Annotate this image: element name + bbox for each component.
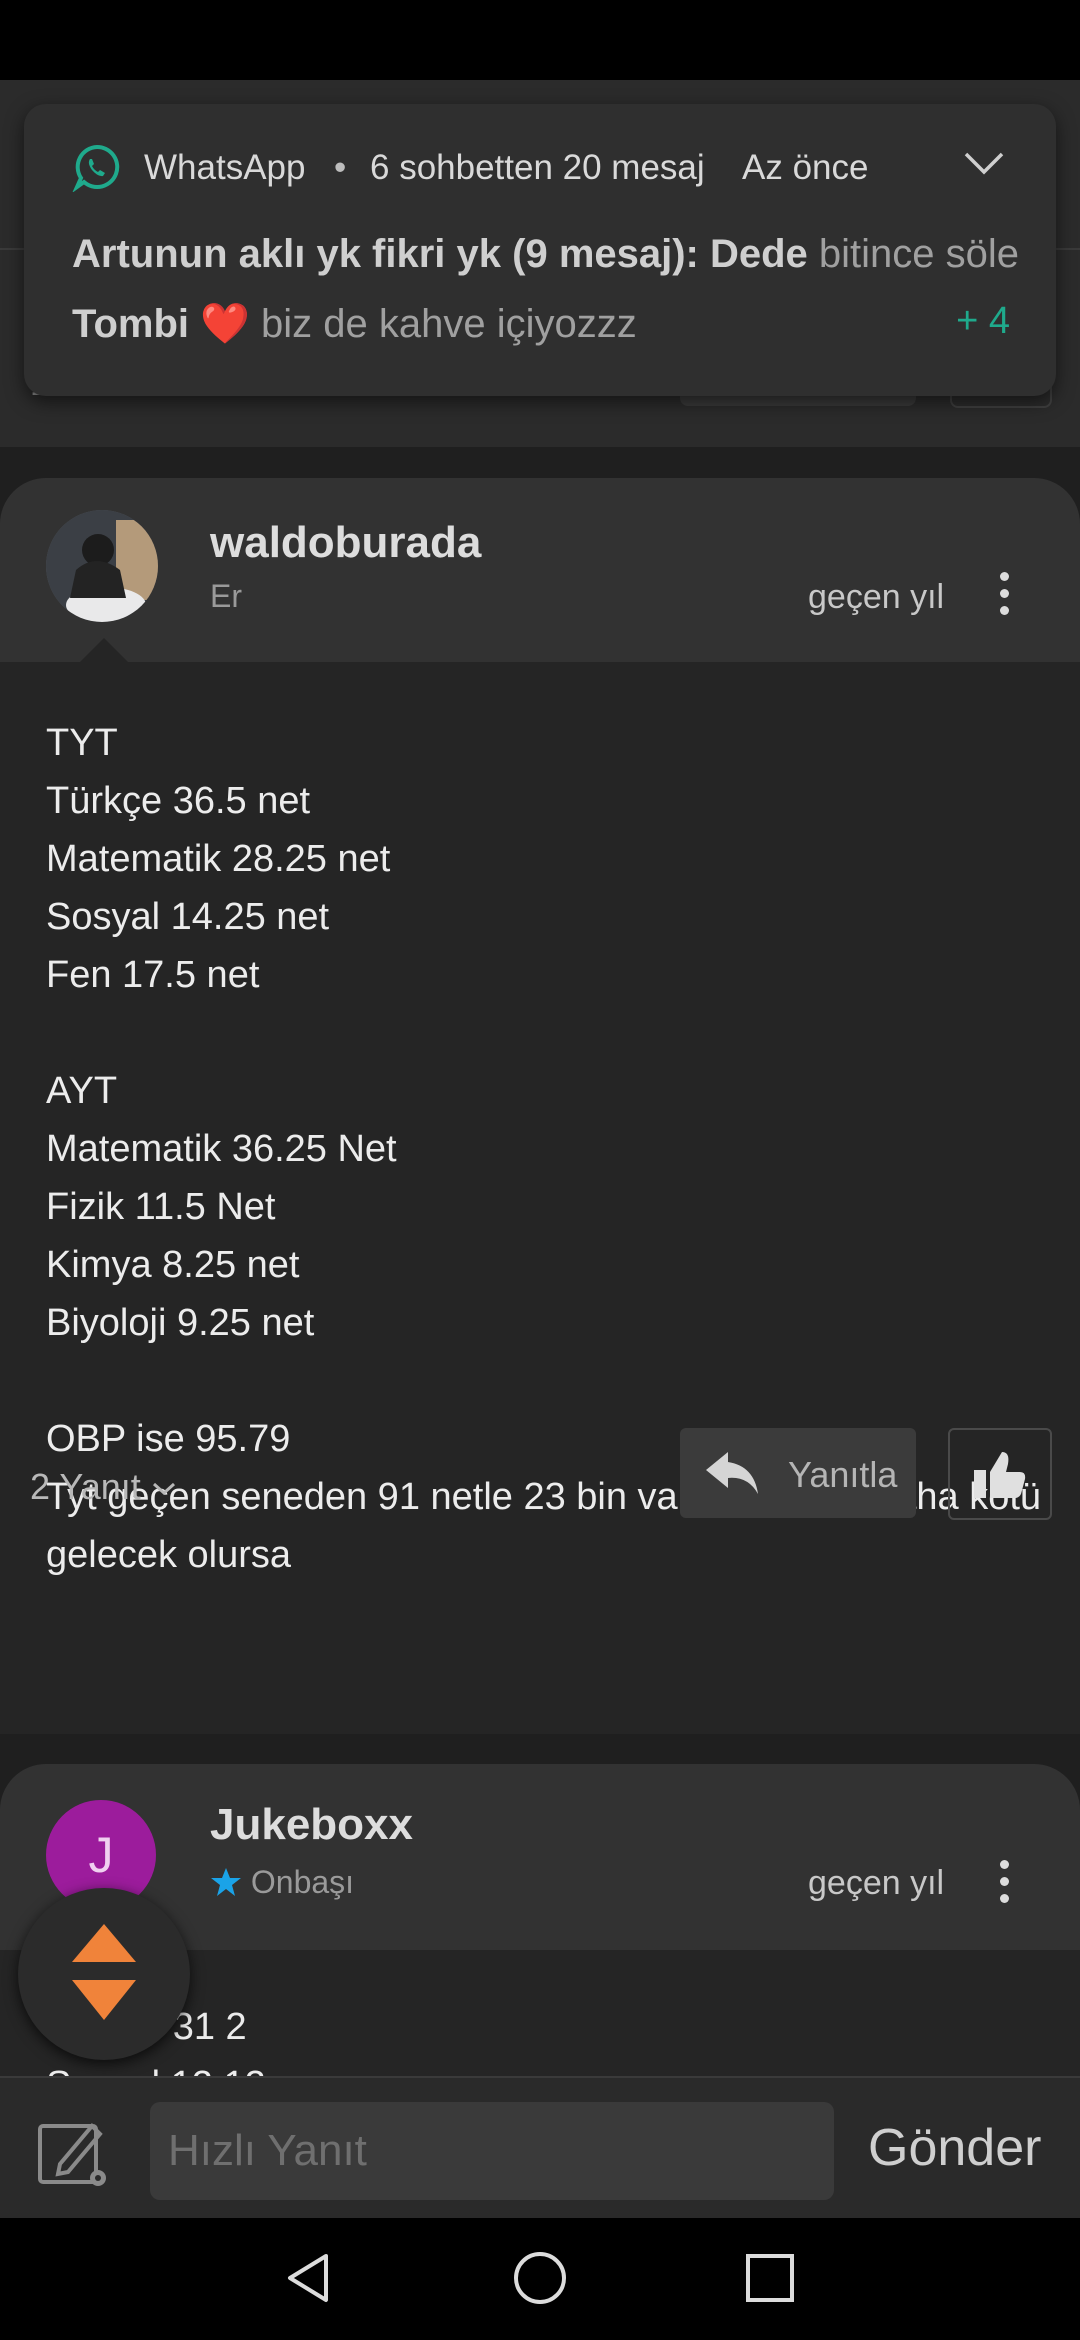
post-username[interactable]: waldoburada (210, 518, 481, 568)
heart-icon: ❤️ (200, 302, 250, 346)
replies-toggle[interactable]: 2 Yanıt (30, 1466, 177, 1508)
notification-message-2: Tombi ❤️ biz de kahve içiyozzz (72, 300, 637, 347)
post-username[interactable]: Jukeboxx (210, 1800, 413, 1850)
scroll-toggle-button[interactable] (18, 1888, 190, 2060)
more-options-icon[interactable] (996, 1860, 1012, 1906)
notification-summary: 6 sohbetten 20 mesaj (370, 148, 705, 187)
like-button[interactable] (948, 1428, 1052, 1520)
message-sender: Tombi (72, 302, 201, 346)
scroll-up-down-icon (72, 1924, 136, 2020)
compose-settings-icon[interactable] (36, 2116, 112, 2192)
avatar[interactable] (46, 510, 158, 622)
notification-app-name: WhatsApp (144, 148, 306, 187)
quick-reply-bar: Gönder (0, 2076, 1080, 2220)
notification-time: Az önce (742, 148, 869, 187)
reply-icon (706, 1452, 758, 1494)
message-text: bitince söle (807, 232, 1020, 276)
back-icon[interactable] (280, 2248, 340, 2308)
notification-separator: • (334, 148, 347, 187)
more-options-icon[interactable] (996, 572, 1012, 618)
reply-label: Yanıtla (788, 1454, 898, 1495)
message-text: biz de kahve içiyozzz (249, 302, 637, 346)
quick-reply-input[interactable] (150, 2102, 834, 2200)
notification-more-count: + 4 (956, 300, 1010, 342)
status-bar (0, 0, 1080, 80)
replies-count: 2 Yanıt (30, 1466, 141, 1507)
message-sender: Artunun aklı yk fikri yk (9 mesaj): Dede (72, 232, 808, 276)
avatar-letter: J (88, 1827, 114, 1883)
whatsapp-notification[interactable]: WhatsApp • 6 sohbetten 20 mesaj Az önce … (24, 104, 1056, 396)
reply-button[interactable]: Yanıtla (680, 1428, 916, 1518)
thumbs-up-icon (974, 1452, 1026, 1498)
avatar-image (46, 510, 158, 622)
post-header: waldoburada Er geçen yıl (0, 478, 1080, 662)
recents-icon[interactable] (740, 2248, 800, 2308)
chevron-down-icon[interactable] (962, 148, 1006, 178)
post-time: geçen yıl (808, 1864, 945, 1902)
home-icon[interactable] (510, 2248, 570, 2308)
post-rank: Onbaşı (210, 1864, 354, 1901)
post-time: geçen yıl (808, 578, 945, 616)
whatsapp-icon (72, 144, 120, 192)
header-pointer (80, 638, 128, 662)
notification-message-1: Artunun aklı yk fikri yk (9 mesaj): Dede… (72, 232, 1019, 277)
star-icon (211, 1868, 241, 1896)
send-button[interactable]: Gönder (868, 2118, 1041, 2178)
system-nav-bar (0, 2218, 1080, 2340)
post-rank-label: Onbaşı (250, 1864, 355, 1900)
post-card: waldoburada Er geçen yıl TYT Türkçe 36.5… (0, 478, 1080, 1734)
chevron-down-icon (152, 1483, 175, 1496)
post-rank: Er (210, 578, 242, 614)
